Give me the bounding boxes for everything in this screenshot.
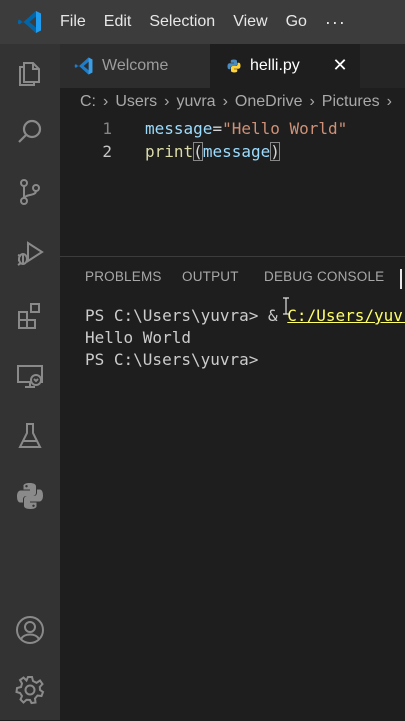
chevron-right-icon: › — [164, 93, 170, 110]
code-line[interactable]: 1 message = "Hello World" — [60, 116, 347, 140]
code-token-paren: ( — [193, 141, 203, 161]
tab-problems[interactable]: PROBLEMS — [85, 269, 162, 284]
remote-explorer-icon[interactable] — [0, 350, 60, 402]
code-token-variable: message — [202, 141, 271, 161]
terminal-line: Hello World — [85, 328, 191, 347]
code-token-paren: ) — [270, 141, 280, 161]
menu-edit[interactable]: Edit — [104, 13, 132, 31]
tab-welcome[interactable]: Welcome — [60, 44, 210, 88]
breadcrumb-item[interactable]: OneDrive — [235, 93, 303, 111]
tab-debug-console[interactable]: DEBUG CONSOLE — [264, 269, 384, 284]
account-icon[interactable] — [0, 604, 60, 656]
settings-gear-icon[interactable] — [0, 664, 60, 716]
tab-helli-py[interactable]: helli.py ✕ — [210, 44, 360, 88]
source-control-icon[interactable] — [0, 166, 60, 218]
panel-tabs: PROBLEMS OUTPUT DEBUG CONSOLE — [60, 269, 405, 289]
bottom-panel: PROBLEMS OUTPUT DEBUG CONSOLE PS C:\User… — [60, 256, 405, 721]
breadcrumb-item[interactable]: Pictures — [322, 93, 380, 111]
terminal-path-link[interactable]: C:/Users/yuvra — [287, 306, 405, 325]
menu-go[interactable]: Go — [286, 13, 307, 31]
chevron-right-icon: › — [309, 93, 315, 110]
menu-more-button[interactable]: ··· — [325, 12, 346, 33]
title-bar: File Edit Selection View Go ··· — [0, 0, 405, 44]
tab-output[interactable]: OUTPUT — [182, 269, 239, 284]
tab-welcome-label: Welcome — [102, 57, 169, 74]
breadcrumb-item[interactable]: yuvra — [176, 93, 215, 111]
code-token-variable: message — [145, 118, 213, 138]
line-number: 1 — [102, 118, 112, 138]
terminal-line: PS C:\Users\yuvra> — [85, 350, 259, 369]
code-token-function: print — [145, 141, 194, 161]
code-token-string: "Hello World" — [222, 118, 348, 138]
vscode-icon — [74, 56, 94, 76]
terminal[interactable]: PS C:\Users\yuvra> & C:/Users/yuvra Hell… — [60, 297, 405, 371]
extensions-icon[interactable] — [0, 290, 60, 342]
python-icon[interactable] — [0, 470, 60, 522]
vscode-logo-icon — [0, 0, 60, 44]
code-line[interactable]: 2 print ( message ) — [60, 139, 280, 163]
menu-view[interactable]: View — [233, 13, 267, 31]
line-number: 2 — [102, 141, 112, 161]
code-editor[interactable]: 1 message = "Hello World" 2 print ( mess… — [60, 116, 405, 256]
close-icon[interactable]: ✕ — [330, 55, 350, 75]
run-debug-icon[interactable] — [0, 228, 60, 280]
code-token-operator: = — [212, 118, 223, 138]
menu-selection[interactable]: Selection — [149, 13, 215, 31]
tab-terminal-indicator[interactable] — [400, 269, 402, 289]
text-cursor-icon — [283, 297, 289, 315]
search-icon[interactable] — [0, 106, 60, 158]
activity-bar — [0, 44, 60, 720]
terminal-prompt: PS C:\Users\yuvra> & — [85, 306, 288, 325]
python-file-icon — [226, 58, 242, 74]
files-icon[interactable] — [0, 46, 60, 98]
breadcrumb-item[interactable]: C: — [80, 93, 96, 111]
chevron-right-icon: › — [222, 93, 228, 110]
breadcrumb: C: › Users › yuvra › OneDrive › Pictures… — [60, 88, 405, 116]
chevron-right-icon: › — [386, 93, 392, 110]
editor-tabs: Welcome helli.py ✕ — [60, 44, 405, 88]
tab-helli-py-label: helli.py — [250, 57, 300, 74]
chevron-right-icon: › — [103, 93, 109, 110]
breadcrumb-item[interactable]: Users — [115, 93, 157, 111]
terminal-line: PS C:\Users\yuvra> & C:/Users/yuvra — [60, 305, 405, 327]
testing-icon[interactable] — [0, 410, 60, 462]
menu-file[interactable]: File — [60, 13, 86, 31]
